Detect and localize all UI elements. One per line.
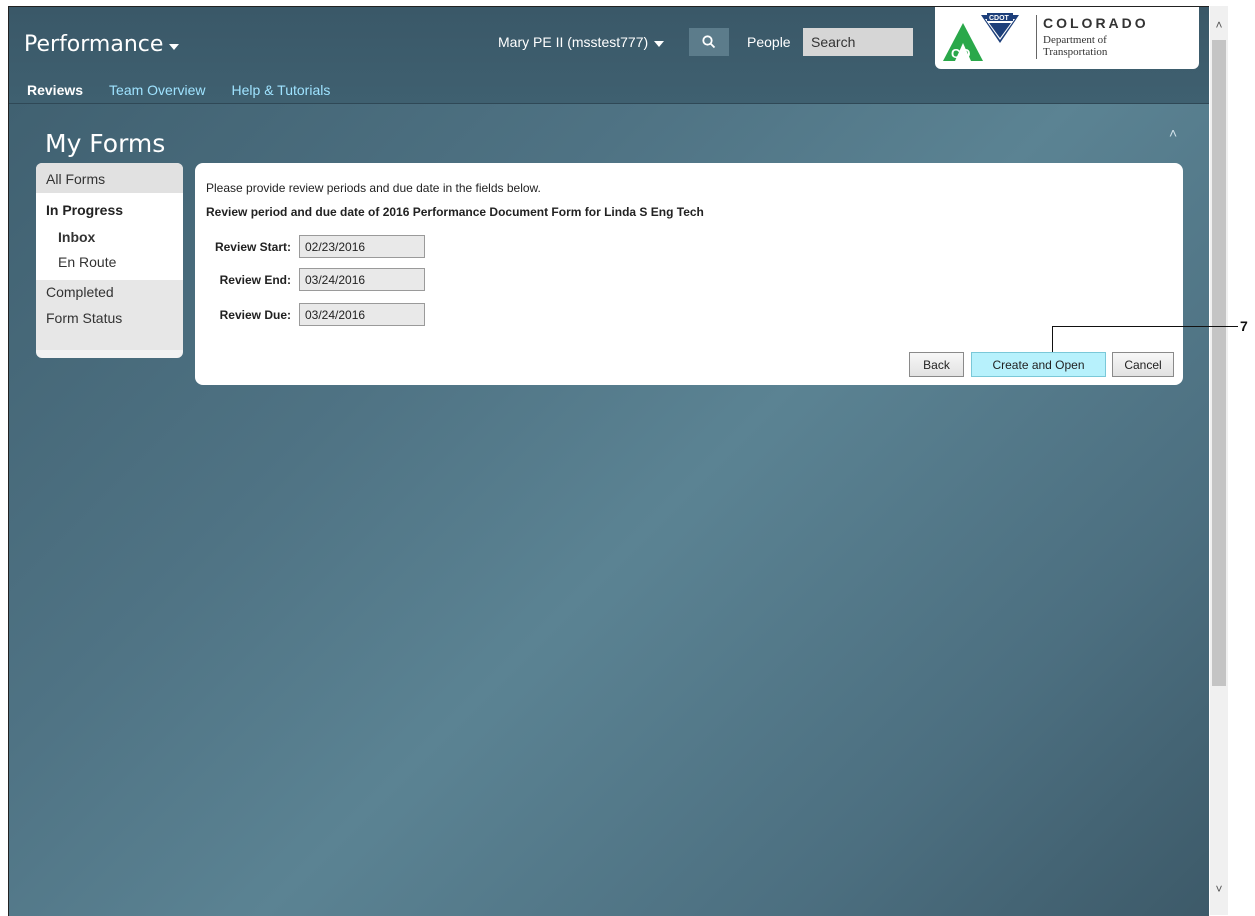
app-title: Performance [24,32,164,57]
top-bar: Performance Mary PE II (msstest777) Peop… [9,7,1209,104]
search-scope-label[interactable]: People [747,34,791,50]
cancel-button[interactable]: Cancel [1112,352,1174,377]
tab-team-overview[interactable]: Team Overview [109,82,205,98]
sidebar-item-inbox[interactable]: Inbox [36,222,183,250]
cdot-logo: CO CDOT COLORADO Department of Transport… [935,7,1199,69]
callout-line-vertical [1052,326,1053,352]
app-switcher[interactable]: Performance [24,32,180,57]
sidebar-item-en-route[interactable]: En Route [36,250,183,280]
cdot-badge: CDOT [989,15,1010,22]
search-icon [702,35,716,49]
review-start-field[interactable] [299,235,425,258]
review-due-label: Review Due: [219,307,291,322]
nav-tabs: Reviews Team Overview Help & Tutorials [27,82,356,98]
chevron-up-icon[interactable]: ˄ [1169,125,1177,141]
logo-dept-line2: Transportation [1043,46,1108,58]
create-and-open-button[interactable]: Create and Open [971,352,1106,377]
tab-reviews[interactable]: Reviews [27,82,83,98]
search-input[interactable] [803,28,913,56]
back-button[interactable]: Back [909,352,964,377]
review-due-row: Review Due: [189,303,425,326]
user-menu[interactable]: Mary PE II (msstest777) [498,34,665,50]
scrollbar-thumb[interactable] [1212,40,1226,686]
cdot-mountain-icon: CO CDOT [943,13,1019,61]
review-start-label: Review Start: [214,239,291,254]
review-start-row: Review Start: [189,235,425,258]
review-end-field[interactable] [299,268,425,291]
sidebar-item-all-forms[interactable]: All Forms [36,163,183,193]
user-name: Mary PE II (msstest777) [498,34,649,50]
review-end-row: Review End: [189,268,425,291]
logo-divider [1036,15,1037,59]
callout-number: 7 [1240,318,1248,334]
logo-dept-line1: Department of [1043,34,1107,46]
chevron-down-icon [654,41,665,47]
sidebar-item-completed[interactable]: Completed [36,280,183,306]
review-due-field[interactable] [299,303,425,326]
logo-text: COLORADO Department of Transportation [1043,15,1149,58]
review-period-panel: Please provide review periods and due da… [195,163,1183,385]
sidebar-item-form-status[interactable]: Form Status [36,306,183,332]
co-mark: CO [951,46,971,61]
page-title: My Forms [45,129,166,158]
sidebar-item-in-progress[interactable]: In Progress [36,193,183,222]
app-window: Performance Mary PE II (msstest777) Peop… [8,6,1209,916]
scroll-up-icon[interactable]: ˄ [1210,18,1228,32]
scroll-down-icon[interactable]: ˅ [1210,882,1228,896]
chevron-down-icon [169,43,180,50]
search-button[interactable] [689,28,729,56]
logo-state: COLORADO [1043,15,1149,31]
form-subtitle: Review period and due date of 2016 Perfo… [206,205,704,219]
callout-line [1052,326,1238,327]
review-end-label: Review End: [219,272,291,287]
tab-help-tutorials[interactable]: Help & Tutorials [232,82,331,98]
instruction-text: Please provide review periods and due da… [206,181,541,195]
sidebar: All Forms In Progress Inbox En Route Com… [36,163,183,358]
